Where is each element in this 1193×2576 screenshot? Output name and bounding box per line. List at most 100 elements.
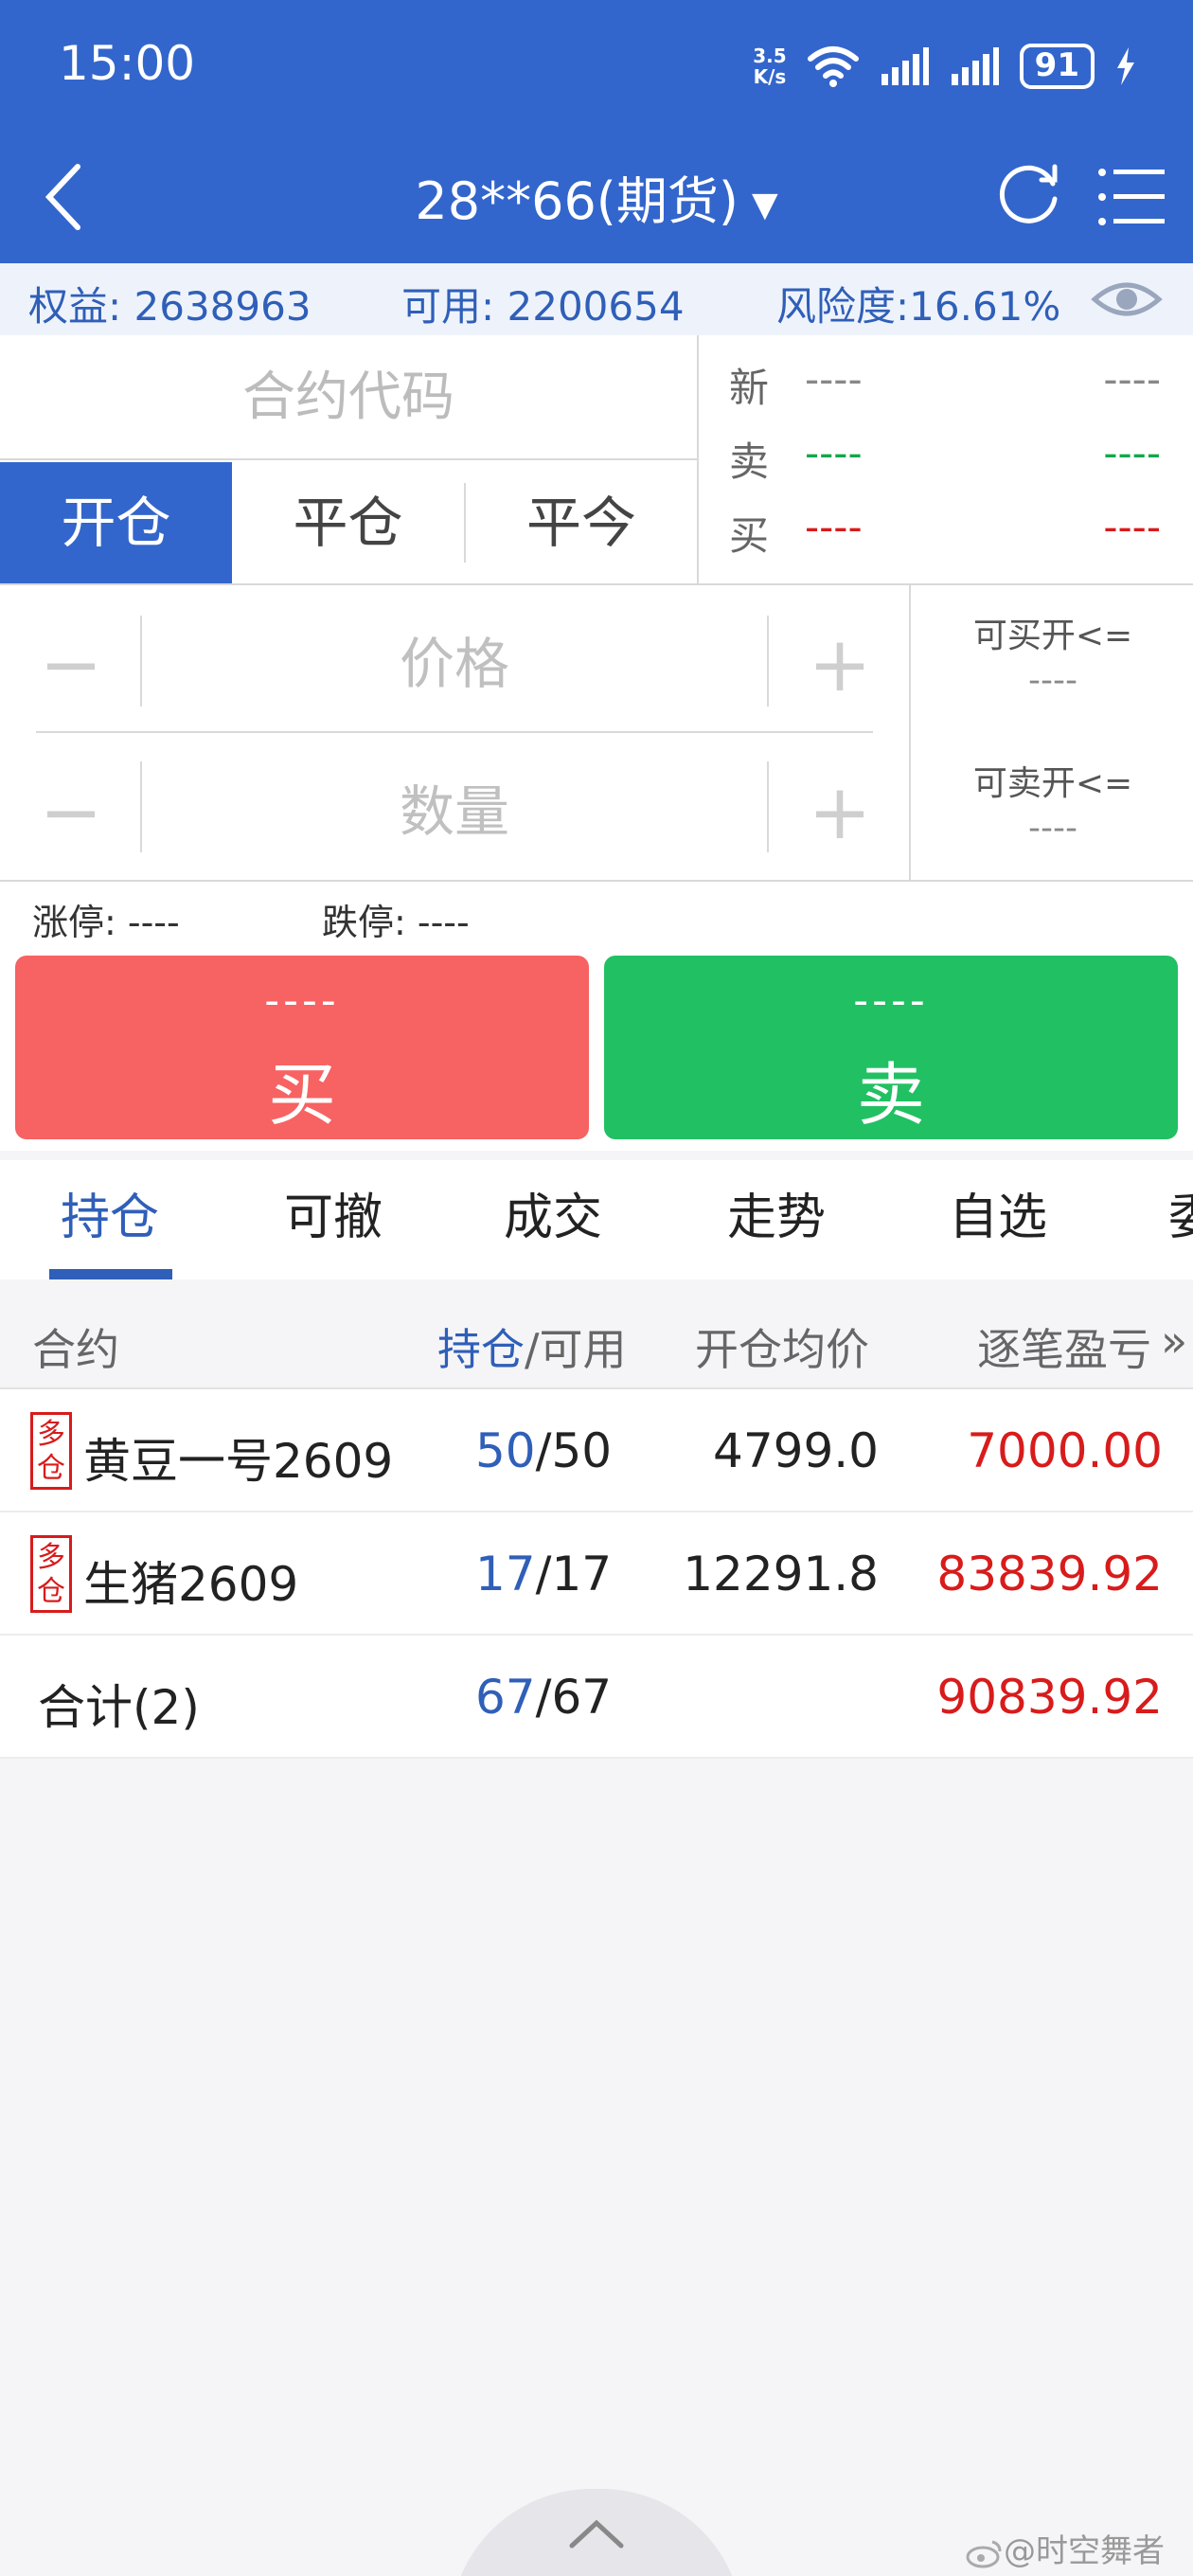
badge-line: 多	[37, 1541, 65, 1574]
order-panel: 合约代码 开仓 平仓 平今 新 ---- ---- 卖 ---- ---- 买 …	[0, 335, 1193, 882]
buy-label: 买	[267, 1055, 336, 1135]
avg-price: 4799.0	[713, 1423, 879, 1478]
tab-trend[interactable]: 走势	[727, 1177, 826, 1248]
tab-close-today[interactable]: 平今	[466, 462, 697, 583]
avail-qty: /17	[535, 1547, 613, 1601]
quote-bid: 买 ---- ----	[729, 504, 1174, 570]
total-row: 合计(2) 67/67 90839.92	[0, 1636, 1193, 1759]
battery-icon: 91	[1019, 44, 1095, 89]
risk-text: 风险度:16.61%	[776, 283, 1061, 330]
total-avail-qty: /67	[535, 1670, 613, 1725]
hold-qty: 50	[475, 1423, 536, 1478]
divider	[767, 761, 769, 852]
tab-orders[interactable]: 委	[1168, 1177, 1193, 1248]
quote-label-bid: 买	[729, 512, 770, 559]
dropdown-caret-icon: ▼	[751, 185, 778, 224]
status-time: 15:00	[59, 36, 196, 91]
can-buy-open-value: ----	[1028, 661, 1077, 700]
divider	[36, 731, 873, 733]
total-label: 合计(2)	[38, 1680, 200, 1735]
tab-trades[interactable]: 成交	[504, 1177, 602, 1248]
latest-price: ----	[805, 356, 863, 402]
col-contract: 合约	[32, 1324, 119, 1375]
tab-open[interactable]: 开仓	[0, 462, 232, 583]
col-hold: 持仓	[437, 1324, 525, 1375]
col-pnl: 逐笔盈亏	[977, 1324, 1151, 1375]
position-row[interactable]: 多仓 黄豆一号2609 50/50 4799.0 7000.00	[0, 1389, 1193, 1512]
badge-line: 仓	[37, 1452, 65, 1485]
eye-icon[interactable]	[1089, 271, 1165, 328]
netspeed-value: 3.5	[753, 45, 787, 67]
col-avail: /可用	[525, 1324, 627, 1375]
app-header: 28**66(期货) ▼	[0, 133, 1193, 263]
bottom-tabs: 持仓 可撤 成交 走势 自选 委	[0, 1160, 1193, 1279]
contract-code-placeholder: 合约代码	[242, 367, 454, 428]
sell-label: 卖	[856, 1055, 925, 1135]
trade-buttons: ---- 买 ---- 卖	[0, 948, 1193, 1151]
pnl-value: 83839.92	[936, 1547, 1163, 1601]
avail-qty: /50	[535, 1423, 613, 1478]
netspeed-indicator: 3.5 K/s	[753, 45, 786, 87]
divider	[0, 583, 1193, 585]
sell-price: ----	[853, 976, 929, 1025]
back-icon[interactable]	[23, 153, 108, 239]
equity-text: 权益: 2638963	[28, 283, 312, 330]
quote-latest: 新 ---- ----	[729, 356, 1174, 422]
refresh-icon[interactable]	[992, 157, 1068, 233]
available-text: 可用: 2200654	[401, 283, 685, 330]
weibo-icon	[966, 2540, 1002, 2567]
position-row[interactable]: 多仓 生猪2609 17/17 12291.8 83839.92	[0, 1512, 1193, 1636]
tab-positions[interactable]: 持仓	[61, 1177, 159, 1248]
bid-volume: ----	[1103, 504, 1161, 550]
price-limits: 涨停: ---- 跌停: ----	[0, 882, 1193, 948]
divider	[767, 616, 769, 707]
ask-volume: ----	[1103, 430, 1161, 476]
active-tab-indicator	[49, 1269, 172, 1279]
can-sell-open-value: ----	[1028, 809, 1077, 848]
quote-ask: 卖 ---- ----	[729, 430, 1174, 496]
quote-label-latest: 新	[729, 365, 770, 411]
total-hold-qty: 67	[475, 1670, 536, 1725]
contract-name: 黄豆一号2609	[83, 1434, 394, 1489]
status-icons: 3.5 K/s 91	[753, 42, 1136, 91]
price-minus-button[interactable]: −	[28, 617, 114, 712]
badge-line: 多	[37, 1418, 65, 1451]
quantity-minus-button[interactable]: −	[28, 765, 114, 860]
tab-close[interactable]: 平仓	[232, 462, 464, 583]
account-summary: 权益: 2638963 可用: 2200654 风险度:16.61%	[0, 263, 1193, 335]
charging-icon	[1117, 47, 1134, 85]
price-input[interactable]: 价格	[142, 619, 767, 699]
chevron-up-icon[interactable]	[559, 2510, 634, 2557]
quantity-input[interactable]: 数量	[142, 767, 767, 847]
buy-price: ----	[264, 976, 340, 1025]
divider	[697, 335, 699, 583]
hold-qty: 17	[475, 1547, 536, 1601]
tab-watchlist[interactable]: 自选	[949, 1177, 1047, 1248]
more-columns-icon[interactable]: »	[1161, 1315, 1187, 1367]
col-hold-avail[interactable]: 持仓/可用	[437, 1315, 627, 1378]
price-plus-button[interactable]: +	[797, 617, 882, 712]
netspeed-unit: K/s	[753, 65, 787, 88]
signal-icon-2	[951, 47, 999, 85]
buy-button[interactable]: ---- 买	[15, 956, 589, 1139]
wifi-icon	[807, 46, 859, 87]
watermark: @时空舞者	[966, 2525, 1165, 2571]
limit-up-text: 涨停: ----	[32, 902, 180, 943]
long-position-badge: 多仓	[30, 1535, 72, 1613]
signal-icon	[881, 47, 929, 85]
badge-line: 仓	[37, 1575, 65, 1608]
account-selector[interactable]: 28**66(期货) ▼	[312, 159, 881, 234]
sell-button[interactable]: ---- 卖	[604, 956, 1178, 1139]
positions-header: 合约 持仓/可用 开仓均价 逐笔盈亏 »	[0, 1293, 1193, 1389]
menu-icon[interactable]	[1091, 157, 1170, 237]
latest-change: ----	[1103, 356, 1161, 402]
watermark-text: @时空舞者	[1004, 2532, 1165, 2570]
quantity-plus-button[interactable]: +	[797, 765, 882, 860]
long-position-badge: 多仓	[30, 1412, 72, 1490]
bid-price: ----	[805, 504, 863, 550]
limit-down-text: 跌停: ----	[322, 902, 470, 943]
quote-label-ask: 卖	[729, 438, 770, 485]
can-buy-open-label: 可买开<=	[972, 617, 1133, 655]
tab-cancelable[interactable]: 可撤	[284, 1177, 383, 1248]
contract-code-input[interactable]: 合约代码	[0, 335, 697, 460]
